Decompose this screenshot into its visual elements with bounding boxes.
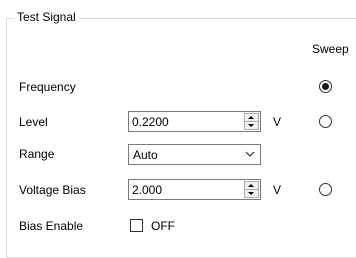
range-label: Range	[19, 147, 55, 161]
level-input[interactable]	[129, 112, 241, 131]
caret-up-icon[interactable]	[244, 113, 259, 122]
voltage-bias-input[interactable]	[129, 180, 241, 199]
bias-enable-state-text[interactable]: OFF	[151, 219, 175, 233]
voltage-bias-unit: V	[273, 183, 282, 197]
voltage-bias-label: Voltage Bias	[19, 183, 86, 197]
frequency-sweep-radio[interactable]	[319, 80, 332, 93]
voltage-bias-spin-buttons	[244, 181, 259, 198]
chevron-down-icon	[245, 151, 255, 157]
caret-down-icon[interactable]	[244, 122, 259, 130]
bias-enable-checkbox[interactable]	[130, 219, 143, 232]
voltage-bias-sweep-radio[interactable]	[319, 183, 332, 196]
range-selected-value: Auto	[133, 148, 158, 162]
voltage-bias-spinbox	[128, 179, 261, 200]
bias-enable-label: Bias Enable	[19, 219, 84, 233]
level-spin-buttons	[244, 113, 259, 130]
level-label: Level	[19, 115, 48, 129]
caret-down-icon[interactable]	[244, 190, 259, 198]
level-sweep-radio[interactable]	[319, 115, 332, 128]
frequency-label: Frequency	[19, 80, 76, 94]
level-unit: V	[273, 115, 282, 129]
level-spinbox	[128, 111, 261, 132]
sweep-column-header: Sweep	[312, 42, 349, 56]
caret-up-icon[interactable]	[244, 181, 259, 190]
range-dropdown[interactable]: Auto	[128, 144, 261, 165]
group-title: Test Signal	[14, 10, 79, 24]
